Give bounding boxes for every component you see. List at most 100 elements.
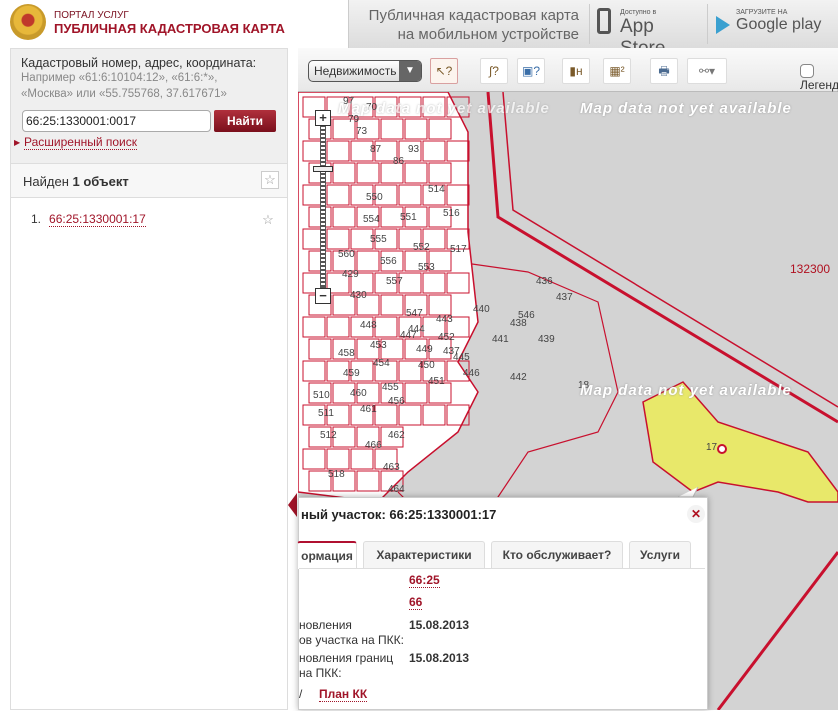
star-icon[interactable]: ☆ — [259, 212, 277, 230]
close-icon[interactable]: ✕ — [687, 505, 705, 523]
parcel-label: 518 — [328, 469, 345, 480]
parcel-label: 556 — [380, 256, 397, 267]
result-number: 1. — [31, 212, 42, 226]
phone-icon — [597, 8, 611, 34]
parcel-label: 463 — [383, 462, 400, 473]
parcel-label: 510 — [313, 390, 330, 401]
parcel-label: 464 — [388, 484, 405, 495]
parcel-label: 466 — [365, 440, 382, 451]
selected-marker — [717, 444, 727, 454]
parcel-label: 446 — [463, 368, 480, 379]
no-data-label: Map data not yet available — [580, 100, 792, 117]
parcel-label: 442 — [510, 372, 527, 383]
advanced-search-link[interactable]: Расширенный поиск — [24, 135, 137, 150]
result-link[interactable]: 66:25:1330001:17 — [49, 212, 146, 227]
plan-prefix: / — [299, 687, 303, 701]
parcel-label: 554 — [363, 214, 380, 225]
parcel-label: 87 — [370, 144, 382, 155]
layer-select[interactable]: Недвижимость ▼ — [308, 60, 422, 82]
attr-value: 15.08.2013 — [409, 618, 470, 632]
link-icon[interactable]: ⚯▾ — [687, 58, 727, 84]
identify-area-icon[interactable]: ▣? — [517, 58, 545, 84]
appstore-small: Доступно в — [620, 9, 657, 16]
parcel-label: 459 — [343, 368, 360, 379]
identify-pointer-icon[interactable]: ↖? — [430, 58, 458, 84]
gplay-label: Google play — [736, 16, 822, 33]
selected-parcel — [642, 381, 838, 503]
parcel-label: 444 — [408, 324, 425, 335]
tab-information[interactable]: ормация — [297, 541, 357, 569]
parcel-label: 553 — [418, 262, 435, 273]
header: ПОРТАЛ УСЛУГ ПУБЛИЧНАЯ КАДАСТРОВАЯ КАРТА… — [0, 0, 838, 59]
coat-of-arms-logo — [10, 4, 46, 40]
identify-polyline-icon[interactable]: ∫? — [480, 58, 508, 84]
parcel-label: 547 — [406, 308, 423, 319]
cadastral-quarter-link[interactable]: 66:25 — [409, 573, 440, 588]
collapse-sidebar-button[interactable] — [288, 493, 297, 517]
parcel-label: 517 — [450, 244, 467, 255]
parcel-label: 453 — [370, 340, 387, 351]
search-button[interactable]: Найти — [214, 110, 276, 132]
attr-label: новления границ на ПКК: — [299, 651, 394, 680]
result-item[interactable]: 1. 66:25:1330001:17 ☆ — [11, 198, 287, 240]
triangle-right-icon: ▶ — [14, 138, 21, 147]
parcel-label: 514 — [428, 184, 445, 195]
star-icon[interactable]: ☆ — [261, 171, 279, 189]
parcel-label: 439 — [538, 334, 555, 345]
mobile-banner: Публичная кадастровая карта на мобильном … — [348, 0, 838, 59]
no-data-label: Map data not yet available — [338, 100, 550, 117]
parcel-label: 448 — [360, 320, 377, 331]
parcel-label: 516 — [443, 208, 460, 219]
popup-info: 66:25 66 новления ов участка на ПКК: 15.… — [299, 568, 705, 711]
zoom-slider[interactable]: + − — [313, 110, 333, 304]
print-icon[interactable]: 🖶 — [650, 58, 678, 84]
search-hint-1: Например «61:6:10104:12», «61:6:*», — [21, 72, 218, 84]
tab-services[interactable]: Услуги — [629, 541, 691, 569]
no-data-label: Map data not yet available — [580, 382, 792, 399]
parcel-label: 456 — [388, 396, 405, 407]
plan-kk-link[interactable]: План КК — [319, 687, 368, 702]
zoom-out-button[interactable]: − — [315, 288, 331, 304]
popup-title: ный участок: 66:25:1330001:17 — [301, 507, 497, 522]
zoom-in-button[interactable]: + — [315, 110, 331, 126]
side-parcel-label: 132300 — [790, 262, 831, 276]
googleplay-button[interactable]: ЗАГРУЗИТЕ НА Google play — [707, 4, 837, 44]
tab-characteristics[interactable]: Характеристики — [363, 541, 485, 569]
results-header: Найден 1 объект ☆ — [11, 164, 287, 198]
parcel-label: 445 — [453, 352, 470, 363]
parcel-label: 443 — [436, 314, 453, 325]
layer-select-value: Недвижимость — [314, 64, 397, 78]
parcel-label: 462 — [388, 430, 405, 441]
zoom-handle[interactable] — [313, 166, 333, 172]
zoom-track[interactable] — [320, 126, 326, 288]
search-box: Кадастровый номер, адрес, координата: На… — [11, 49, 287, 164]
parcel-label: 450 — [418, 360, 435, 371]
attr-value: 15.08.2013 — [409, 651, 470, 665]
portal-label[interactable]: ПОРТАЛ УСЛУГ — [54, 10, 129, 21]
boundary-line — [716, 551, 838, 710]
search-hint-2: «Москва» или «55.755768, 37.617671» — [21, 88, 227, 100]
parcel-label: 86 — [393, 156, 405, 167]
tab-who-serves[interactable]: Кто обслуживает? — [491, 541, 623, 569]
appstore-button[interactable]: Доступно вApp Store — [589, 4, 704, 59]
measure-length-icon[interactable]: ▮н — [562, 58, 590, 84]
site-title[interactable]: ПУБЛИЧНАЯ КАДАСТРОВАЯ КАРТА — [54, 21, 285, 36]
parcel-label: 560 — [338, 249, 355, 260]
legend-checkbox[interactable]: Легенда — [800, 63, 838, 92]
found-prefix: Найден — [23, 174, 73, 189]
parcel-label: 555 — [370, 234, 387, 245]
parcel-label: 458 — [338, 348, 355, 359]
mobile-line1: Публичная кадастровая карта — [368, 7, 579, 24]
parcel-label: 454 — [373, 358, 390, 369]
gplay-small: ЗАГРУЗИТЕ НА — [736, 9, 788, 16]
parcel-popup: ный участок: 66:25:1330001:17 ✕ ормация … — [297, 497, 708, 711]
measure-area-icon[interactable]: ▦² — [603, 58, 631, 84]
search-label: Кадастровый номер, адрес, координата: — [21, 56, 257, 70]
chevron-down-icon: ▼ — [399, 61, 421, 81]
cadastral-district-link[interactable]: 66 — [409, 595, 423, 610]
parcel-label: 449 — [416, 344, 433, 355]
parcel-label: 551 — [400, 212, 417, 223]
parcel-label: 451 — [428, 376, 445, 387]
parcel-label: 437 — [556, 292, 573, 303]
search-input[interactable]: 66:25:1330001:0017 — [22, 110, 211, 132]
